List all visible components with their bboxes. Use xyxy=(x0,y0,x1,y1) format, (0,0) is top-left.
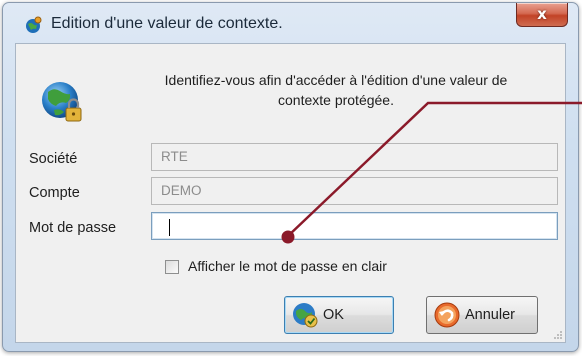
close-icon: x xyxy=(537,5,547,23)
globe-check-icon xyxy=(293,303,318,328)
societe-label: Société xyxy=(29,151,78,167)
undo-arrow-icon xyxy=(434,302,460,328)
dialog-window: Edition d'une valeur de contexte. x Iden… xyxy=(2,2,579,352)
dialog-body: Identifiez-vous afin d'accéder à l'éditi… xyxy=(15,43,566,343)
settings-globe-icon xyxy=(26,16,42,33)
text-caret xyxy=(169,219,170,236)
show-password-checkbox[interactable] xyxy=(165,260,179,274)
cancel-button-label: Annuler xyxy=(465,307,515,323)
close-button[interactable]: x xyxy=(516,3,568,27)
login-message-line-2: contexte protégée. xyxy=(278,92,394,108)
login-message-line-1: Identifiez-vous afin d'accéder à l'éditi… xyxy=(164,72,508,88)
cancel-button[interactable]: Annuler xyxy=(426,296,538,334)
societe-field: RTE xyxy=(151,143,558,171)
password-input[interactable] xyxy=(151,212,558,240)
show-password-label[interactable]: Afficher le mot de passe en clair xyxy=(188,258,387,274)
password-label: Mot de passe xyxy=(29,220,117,236)
window-title: Edition d'une valeur de contexte. xyxy=(51,15,283,32)
login-message: Identifiez-vous afin d'accéder à l'éditi… xyxy=(116,70,556,110)
resize-grip[interactable] xyxy=(553,330,563,340)
compte-field: DEMO xyxy=(151,177,558,205)
ok-button[interactable]: OK xyxy=(284,296,394,334)
ok-button-label: OK xyxy=(323,307,344,323)
compte-label: Compte xyxy=(29,185,80,201)
title-bar[interactable]: Edition d'une valeur de contexte. x xyxy=(3,3,578,43)
globe-lock-icon xyxy=(42,82,82,122)
